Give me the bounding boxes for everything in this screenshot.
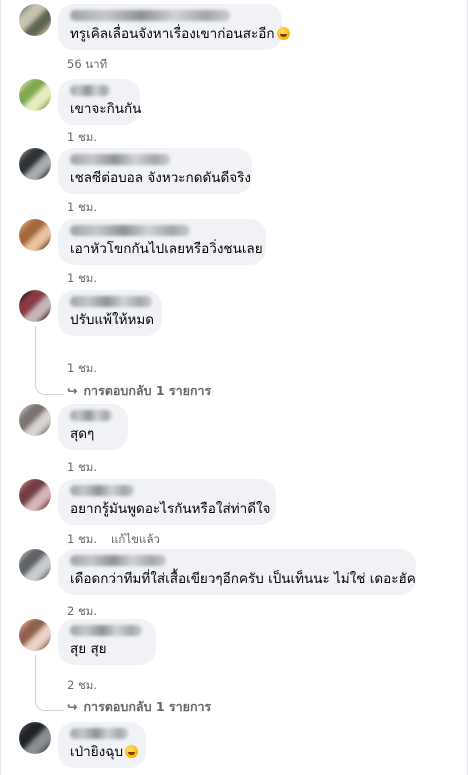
- reply-arrow-icon: ↪: [67, 699, 78, 714]
- comment-text-value: ทรูเคิลเลื่อนจังหาเรื่องเขาก่อนสะอีก: [70, 26, 275, 42]
- author-name-blurred[interactable]: [70, 10, 230, 21]
- comment-meta: 56 นาที: [67, 56, 107, 74]
- author-name-blurred[interactable]: [70, 555, 166, 566]
- comment-text-value: สุดๆ: [70, 426, 95, 442]
- comment-meta: 1 ชม. แก้ไขแล้ว: [67, 531, 160, 549]
- comment-bubble: เขาจะกินกัน: [58, 79, 141, 125]
- comment-text: สุดๆ: [70, 426, 116, 443]
- comment-text: เขาจะกินกัน: [70, 101, 141, 118]
- reply-arrow-icon: ↪: [67, 383, 78, 398]
- avatar[interactable]: [19, 479, 51, 511]
- comment-meta: 1 ชม.: [67, 360, 97, 378]
- comment-text-value: เดือดกว่าทีมที่ใส่เสื้อเขียวๆอีกครับ เป็…: [70, 571, 416, 587]
- avatar-pixelated-image: [19, 479, 51, 511]
- edited-label: แก้ไขแล้ว: [111, 532, 160, 546]
- timestamp-link[interactable]: 1 ชม.: [67, 200, 97, 214]
- reply-count-label: การตอบกลับ 1 รายการ: [83, 699, 212, 714]
- comment-text-value: เอาหัวโขกกันไปเลยหรือวิ่งชนเลย: [70, 241, 263, 257]
- comment-bubble: เอาหัวโขกกันไปเลยหรือวิ่งชนเลย: [58, 219, 266, 265]
- comment-text: ปรับแพ้ให้หมด: [70, 312, 154, 329]
- grinning-sweat-emoji-icon: [125, 745, 139, 758]
- avatar-pixelated-image: [19, 148, 51, 180]
- comment-meta: 1 ชม.: [67, 270, 97, 288]
- comment-text: เชลซีต่อบอล จังหวะกดดันดีจริง: [70, 170, 251, 187]
- timestamp-link[interactable]: 1 ชม.: [67, 460, 97, 474]
- timestamp-link[interactable]: 1 ชม.: [67, 532, 97, 546]
- comment-bubble: ทรูเคิลเลื่อนจังหาเรื่องเขาก่อนสะอีก: [58, 4, 290, 50]
- comment-text: ทรูเคิลเลื่อนจังหาเรื่องเขาก่อนสะอีก: [70, 26, 290, 43]
- comment-text: สุย สุย: [70, 641, 144, 658]
- avatar[interactable]: [19, 219, 51, 251]
- timestamp-link[interactable]: 1 ชม.: [67, 130, 97, 144]
- timestamp-link[interactable]: 2 ชม.: [67, 604, 97, 618]
- author-name-blurred[interactable]: [70, 154, 170, 165]
- timestamp-link[interactable]: 1 ชม.: [67, 361, 97, 375]
- comment-bubble: เดือดกว่าทีมที่ใส่เสื้อเขียวๆอีกครับ เป็…: [58, 549, 416, 595]
- comment-text-value: อยากรู้มันพูดอะไรกันหรือใส่ท่าดีใจ: [70, 501, 271, 517]
- avatar[interactable]: [19, 404, 51, 436]
- comment-text: อยากรู้มันพูดอะไรกันหรือใส่ท่าดีใจ: [70, 501, 270, 518]
- comment-bubble: สุย สุย: [58, 619, 156, 665]
- comment-meta: 1 ชม.: [67, 459, 97, 477]
- avatar-pixelated-image: [19, 4, 51, 36]
- avatar-pixelated-image: [19, 619, 51, 651]
- view-replies-link[interactable]: ↪ การตอบกลับ 1 รายการ: [67, 697, 211, 717]
- avatar[interactable]: [19, 549, 51, 581]
- comment-bubble: ปรับแพ้ให้หมด: [58, 290, 162, 336]
- timestamp-link[interactable]: 56 นาที: [67, 57, 107, 71]
- comment-text: เป่ายิงฉุบ: [70, 744, 139, 761]
- author-name-blurred[interactable]: [70, 225, 190, 236]
- timestamp-link[interactable]: 1 ชม.: [67, 271, 97, 285]
- comment-text-value: สุย สุย: [70, 641, 107, 657]
- comment-meta: 1 ชม.: [67, 129, 97, 147]
- thread-line: [35, 655, 64, 711]
- comment-bubble: เชลซีต่อบอล จังหวะกดดันดีจริง: [58, 148, 252, 194]
- comment-text-value: เขาจะกินกัน: [70, 101, 142, 117]
- comment-text: เดือดกว่าทีมที่ใส่เสื้อเขียวๆอีกครับ เป็…: [70, 571, 416, 588]
- author-name-blurred[interactable]: [70, 296, 152, 307]
- reply-count-label: การตอบกลับ 1 รายการ: [83, 383, 212, 398]
- comment-bubble: เป่ายิงฉุบ: [58, 722, 146, 768]
- avatar[interactable]: [19, 290, 51, 322]
- avatar[interactable]: [19, 722, 51, 754]
- avatar-pixelated-image: [19, 79, 51, 111]
- avatar[interactable]: [19, 148, 51, 180]
- avatar[interactable]: [19, 619, 51, 651]
- comment-meta: 1 ชม.: [67, 199, 97, 217]
- avatar[interactable]: [19, 4, 51, 36]
- comment-meta: 2 ชม.: [67, 677, 97, 695]
- timestamp-link[interactable]: 2 ชม.: [67, 678, 97, 692]
- grinning-sweat-emoji-icon: [276, 27, 290, 40]
- thread-line: [35, 326, 64, 395]
- avatar-pixelated-image: [19, 722, 51, 754]
- avatar[interactable]: [19, 79, 51, 111]
- view-replies-link[interactable]: ↪ การตอบกลับ 1 รายการ: [67, 381, 211, 401]
- comment-bubble: อยากรู้มันพูดอะไรกันหรือใส่ท่าดีใจ: [58, 479, 276, 525]
- comment-text-value: เชลซีต่อบอล จังหวะกดดันดีจริง: [70, 170, 252, 186]
- author-name-blurred[interactable]: [70, 410, 112, 421]
- author-name-blurred[interactable]: [70, 85, 110, 96]
- comment-list: ทรูเคิลเลื่อนจังหาเรื่องเขาก่อนสะอีก 56 น…: [1, 0, 467, 775]
- author-name-blurred[interactable]: [70, 625, 142, 636]
- avatar-pixelated-image: [19, 549, 51, 581]
- comment-text-value: ปรับแพ้ให้หมด: [70, 312, 155, 328]
- comment-bubble: สุดๆ: [58, 404, 128, 450]
- avatar-pixelated-image: [19, 404, 51, 436]
- author-name-blurred[interactable]: [70, 485, 134, 496]
- comment-text-value: เป่ายิงฉุบ: [70, 744, 124, 760]
- avatar-pixelated-image: [19, 290, 51, 322]
- author-name-blurred[interactable]: [70, 728, 128, 739]
- avatar-pixelated-image: [19, 219, 51, 251]
- comment-text: เอาหัวโขกกันไปเลยหรือวิ่งชนเลย: [70, 241, 263, 258]
